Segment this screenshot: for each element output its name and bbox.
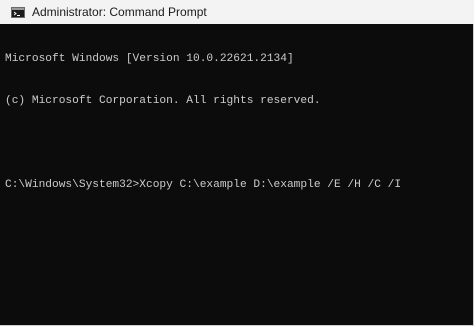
console-line-version: Microsoft Windows [Version 10.0.22621.21… (5, 53, 294, 65)
title-bar[interactable]: Administrator: Command Prompt (0, 0, 474, 24)
command-prompt-window: Administrator: Command Prompt Microsoft … (0, 0, 474, 326)
console-output[interactable]: Microsoft Windows [Version 10.0.22621.21… (5, 24, 469, 321)
cmd-terminal-icon (11, 6, 25, 18)
console-line-blank (5, 136, 469, 150)
console-command-line[interactable]: C:\Windows\System32>Xcopy C:\example D:\… (5, 178, 469, 192)
window-title: Administrator: Command Prompt (32, 5, 207, 19)
console-line-copyright: (c) Microsoft Corporation. All rights re… (5, 95, 321, 107)
